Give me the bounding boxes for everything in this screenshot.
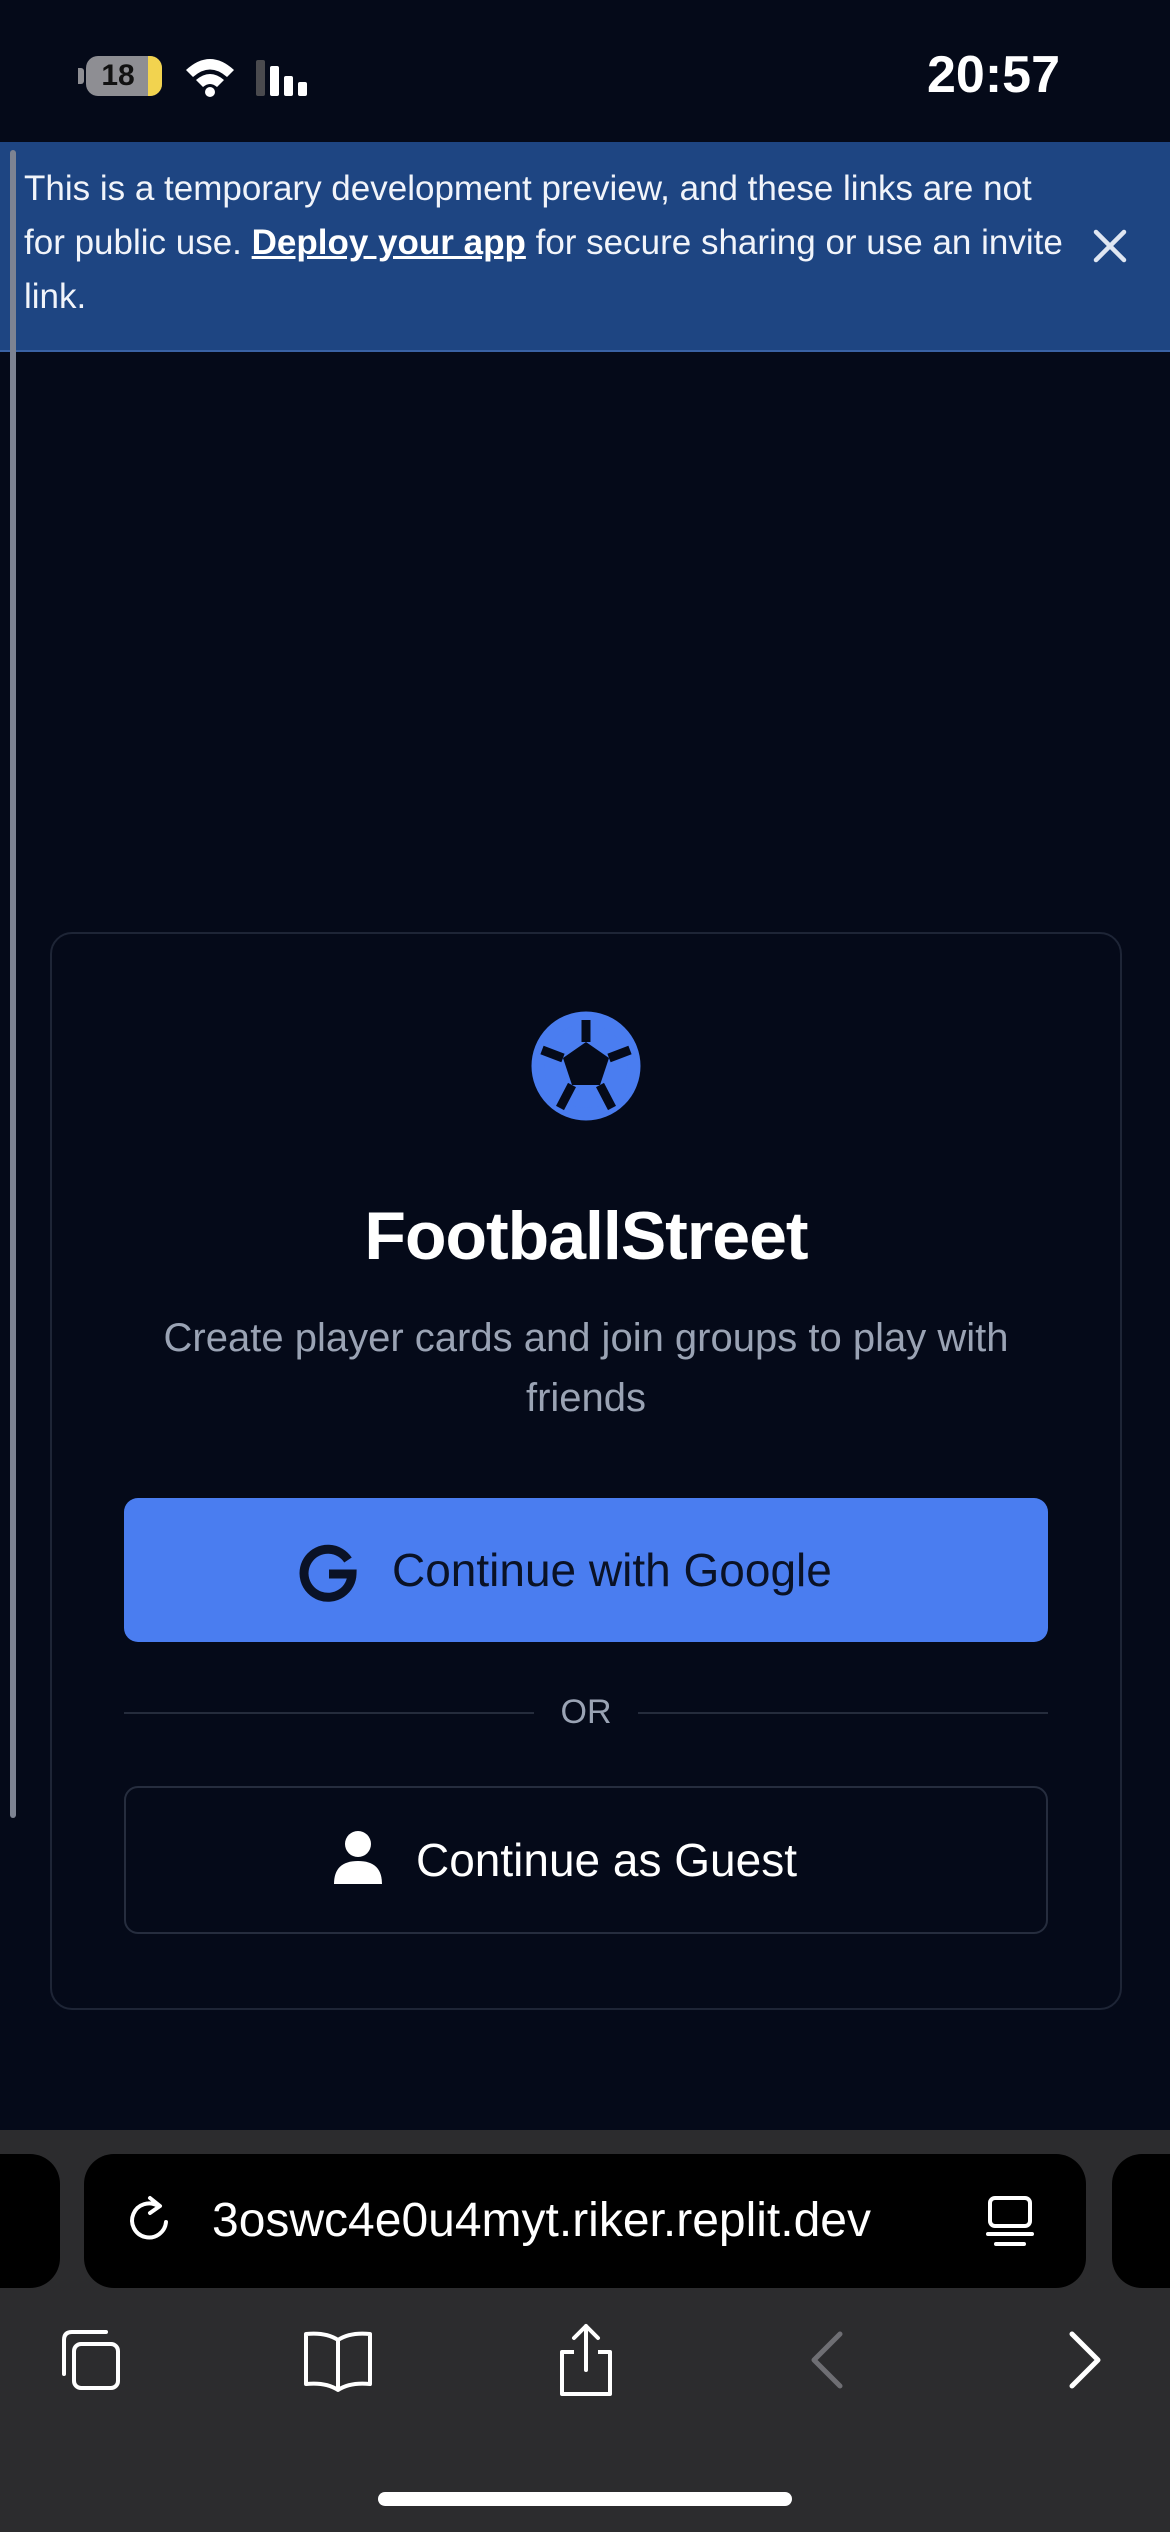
home-indicator[interactable]	[378, 2492, 792, 2506]
google-button-label: Continue with Google	[392, 1544, 832, 1596]
forward-icon[interactable]	[1044, 2322, 1120, 2398]
address-bar[interactable]: 3oswc4e0u4myt.riker.replit.dev	[84, 2154, 1086, 2288]
soccer-ball-icon	[531, 1011, 641, 1121]
tabs-icon[interactable]	[52, 2322, 128, 2398]
bookmarks-icon[interactable]	[300, 2322, 376, 2398]
divider-right	[638, 1712, 1048, 1714]
person-icon	[334, 1831, 382, 1884]
share-icon[interactable]	[548, 2322, 624, 2398]
divider-or: OR	[560, 1693, 612, 1731]
battery-nub	[78, 68, 84, 84]
close-icon[interactable]	[1082, 218, 1138, 274]
continue-as-guest-button[interactable]: Continue as Guest	[124, 1786, 1048, 1934]
clock: 20:57	[927, 46, 1060, 104]
continue-with-google-button[interactable]: Continue with Google	[124, 1498, 1048, 1642]
app-subtitle: Create player cards and join groups to p…	[163, 1316, 1009, 1420]
next-tab-preview[interactable]	[1112, 2154, 1170, 2288]
cellular-signal-icon	[256, 60, 307, 96]
guest-button-label: Continue as Guest	[416, 1834, 798, 1886]
login-card: FootballStreet Create player cards and j…	[50, 932, 1122, 2010]
page-menu-icon[interactable]	[984, 2194, 1036, 2248]
divider-left	[124, 1712, 534, 1714]
previous-tab-preview[interactable]	[0, 2154, 60, 2288]
deploy-your-app-link[interactable]: Deploy your app	[252, 223, 526, 262]
banner-message: This is a temporary development preview,…	[24, 162, 1064, 324]
wifi-icon	[186, 59, 234, 97]
page-scrollbar[interactable]	[10, 150, 16, 1818]
dev-preview-banner: This is a temporary development preview,…	[0, 142, 1170, 352]
screen: 18 20:57 This is a temporary development…	[0, 0, 1170, 2532]
reload-icon[interactable]	[122, 2192, 178, 2248]
status-bar: 18 20:57	[0, 0, 1170, 142]
back-icon[interactable]	[792, 2322, 868, 2398]
app-title: FootballStreet	[364, 1198, 808, 1274]
url-text[interactable]: 3oswc4e0u4myt.riker.replit.dev	[212, 2154, 1022, 2288]
battery-icon: 18	[86, 56, 162, 96]
google-icon	[299, 1544, 357, 1602]
battery-level: 18	[101, 59, 135, 92]
